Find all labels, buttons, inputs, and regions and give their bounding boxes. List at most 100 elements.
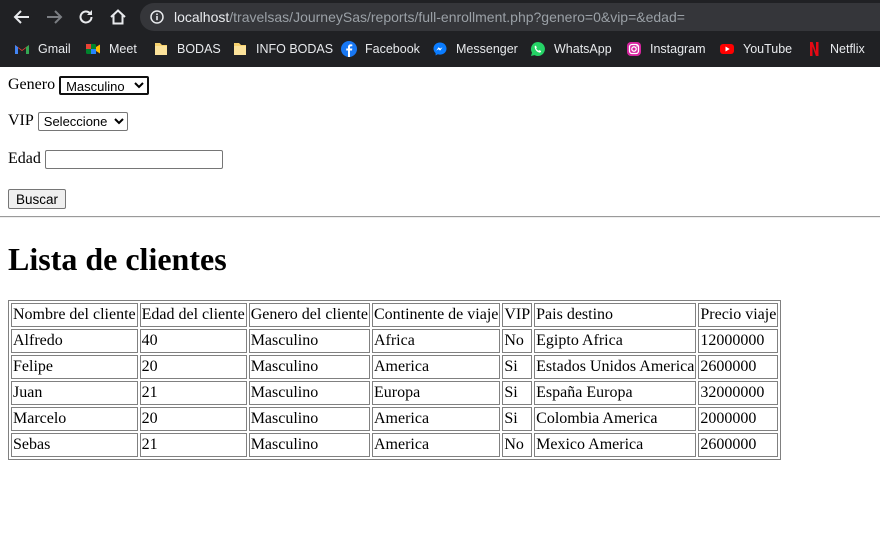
table-cell: España Europa [534,381,697,405]
table-cell: America [371,407,501,431]
vip-label: VIP [8,112,34,129]
table-cell: Colombia America [534,407,697,431]
bookmark-messenger[interactable]: Messenger [432,35,518,63]
table-cell: Marcelo [11,407,138,431]
bookmark-label: Messenger [456,42,518,56]
table-row: Alfredo 40 Masculino Africa No Egipto Af… [11,329,779,353]
bookmark-label: Instagram [650,42,706,56]
genero-field: Genero Masculino [8,74,150,96]
table-cell: 2000000 [698,407,779,431]
forward-arrow-icon[interactable] [42,5,66,29]
column-header: VIP [502,303,533,327]
bookmark-label: Netflix [830,42,865,56]
url-text: localhost/travelsas/JourneySas/reports/f… [174,3,685,31]
column-header: Nombre del cliente [11,303,138,327]
address-bar[interactable]: localhost/travelsas/JourneySas/reports/f… [140,3,880,31]
table-cell: 40 [139,329,247,353]
navigation-bar: localhost/travelsas/JourneySas/reports/f… [0,0,880,33]
column-header: Continente de viaje [371,303,501,327]
edad-field: Edad [8,148,223,170]
table-cell: Masculino [248,329,370,353]
table-cell: Africa [371,329,501,353]
table-cell: America [371,433,501,457]
table-cell: Felipe [11,355,138,379]
bookmark-meet[interactable]: Meet [85,35,137,63]
table-row: Sebas 21 Masculino America No Mexico Ame… [11,433,779,457]
table-cell: 12000000 [698,329,779,353]
vip-field: VIP Seleccione [8,110,128,132]
table-cell: Sebas [11,433,138,457]
buscar-button[interactable]: Buscar [8,189,66,209]
table-cell: 2600000 [698,355,779,379]
vip-select[interactable]: Seleccione [37,111,128,131]
table-row: Felipe 20 Masculino America Si Estados U… [11,355,779,379]
bookmark-label: INFO BODAS [256,42,334,56]
home-icon[interactable] [106,5,130,29]
back-arrow-icon[interactable] [10,5,34,29]
gmail-icon [15,45,29,54]
table-cell: 32000000 [698,381,779,405]
column-header: Genero del cliente [248,303,370,327]
edad-input[interactable] [44,149,223,169]
bookmarks-bar: Gmail Meet BODAS INFO BODAS Facebook Mes… [0,35,880,63]
url-host: localhost [174,9,230,25]
browser-chrome: localhost/travelsas/JourneySas/reports/f… [0,0,880,67]
bookmark-gmail[interactable]: Gmail [14,35,71,63]
table-cell: 21 [139,381,247,405]
genero-select[interactable]: Masculino [59,75,150,95]
bookmark-label: Meet [109,42,137,56]
bookmark-label: YouTube [743,42,793,56]
table-cell: Egipto Africa [534,329,697,353]
bookmark-label: Facebook [365,42,420,56]
edad-label: Edad [8,150,41,167]
whatsapp-icon [531,42,545,56]
table-cell: No [502,329,533,353]
bookmark-instagram[interactable]: Instagram [626,35,706,63]
table-cell: Masculino [248,407,370,431]
table-cell: Masculino [248,433,370,457]
table-cell: Mexico America [534,433,697,457]
bookmark-bodas[interactable]: BODAS [153,35,221,63]
bookmark-youtube[interactable]: YouTube [719,35,792,63]
bookmark-whatsapp[interactable]: WhatsApp [530,35,612,63]
netflix-icon [810,42,819,56]
bookmark-label: Gmail [38,42,71,56]
table-header-row: Nombre del cliente Edad del cliente Gene… [11,303,779,327]
column-header: Precio viaje [698,303,779,327]
table-cell: 20 [139,355,247,379]
table-cell: 20 [139,407,247,431]
messenger-icon [433,42,447,56]
column-header: Pais destino [534,303,697,327]
table-cell: Masculino [248,381,370,405]
url-path: /travelsas/JourneySas/reports/full-enrol… [229,9,685,25]
meet-icon [86,44,100,54]
table-cell: 2600000 [698,433,779,457]
table-cell: Estados Unidos America [534,355,697,379]
table-cell: America [371,355,501,379]
page-title: Lista de clientes [8,241,227,277]
bookmark-netflix[interactable]: Netflix [806,35,865,63]
folder-icon [234,43,246,55]
facebook-icon [341,41,357,57]
bookmark-info-bodas[interactable]: INFO BODAS [232,35,333,63]
instagram-icon [627,42,641,56]
table-row: Marcelo 20 Masculino America Si Colombia… [11,407,779,431]
page-content: Genero Masculino VIP Seleccione Edad Bus… [0,67,880,541]
bookmark-label: BODAS [177,42,221,56]
reload-icon[interactable] [74,5,98,29]
table-row: Juan 21 Masculino Europa Si España Europ… [11,381,779,405]
table-cell: Juan [11,381,138,405]
clients-table: Nombre del cliente Edad del cliente Gene… [8,300,782,460]
table-cell: Europa [371,381,501,405]
bookmark-facebook[interactable]: Facebook [341,35,420,63]
youtube-icon [720,44,734,54]
bookmark-label: WhatsApp [554,42,612,56]
table-cell: Si [502,381,533,405]
divider [0,216,880,218]
table-cell: Masculino [248,355,370,379]
table-cell: 21 [139,433,247,457]
table-cell: Si [502,355,533,379]
info-icon[interactable] [150,10,164,24]
table-cell: No [502,433,533,457]
column-header: Edad del cliente [139,303,247,327]
